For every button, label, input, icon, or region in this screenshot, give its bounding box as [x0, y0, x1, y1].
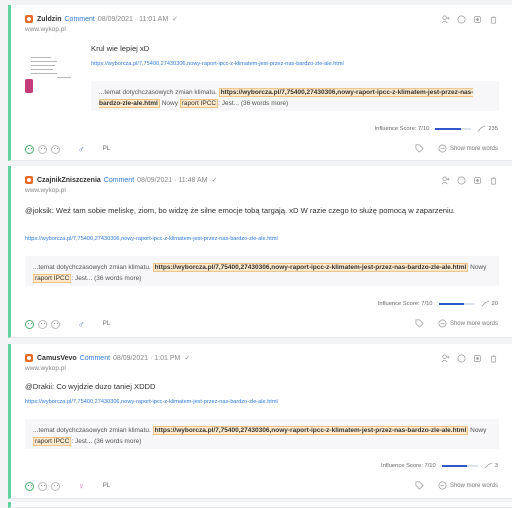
- footer-right: Show more words: [415, 144, 498, 153]
- comment-icon[interactable]: [457, 15, 466, 24]
- mentions-feed: Zuldzin Comment 08/09/2021 · 11:01 AM ✓ …: [0, 0, 512, 508]
- site-domain[interactable]: www.wykop.pl: [25, 365, 66, 372]
- language-code: PL: [102, 483, 111, 489]
- footer-right: Show more words: [415, 319, 498, 328]
- tag-outline-icon[interactable]: [415, 144, 424, 153]
- reach: 235: [477, 124, 498, 133]
- check-icon: ✓: [184, 355, 191, 362]
- comment-icon[interactable]: [457, 354, 466, 363]
- tag-outline-icon[interactable]: [415, 481, 424, 490]
- show-more-words-link[interactable]: Show more words: [438, 481, 498, 490]
- mention-type: Comment: [79, 354, 111, 362]
- neutral-icon[interactable]: [38, 144, 47, 154]
- mention-header: CamusVevo Comment 08/09/2021 · 1:01 PM ✓: [25, 354, 190, 362]
- tag-icon[interactable]: [473, 15, 482, 24]
- positive-icon[interactable]: [25, 319, 34, 329]
- reach: 3: [484, 461, 498, 470]
- mention-type: Comment: [103, 176, 135, 184]
- add-user-icon[interactable]: [441, 354, 450, 363]
- footer-right: Show more words: [415, 481, 498, 490]
- highlighted-keyword: raport IPCC: [33, 274, 72, 283]
- highlighted-url[interactable]: https://wyborcza.pl/7,75400,27430306,now…: [152, 263, 469, 272]
- neutral-icon[interactable]: [38, 481, 47, 491]
- add-user-icon[interactable]: [441, 176, 450, 185]
- add-user-icon[interactable]: [441, 15, 450, 24]
- source-icon: [25, 354, 33, 362]
- mention-card-partial: [8, 502, 512, 508]
- mention-datetime: 08/09/2021 · 1:01 PM: [113, 354, 181, 362]
- source-icon: [25, 15, 33, 23]
- influence-score: Influence Score: 7/10 20: [377, 299, 498, 308]
- mention-datetime: 08/09/2021 · 11:01 AM: [97, 15, 169, 23]
- male-icon: ♂: [78, 319, 85, 329]
- mention-card: CzajnikZniszczenia Comment 08/09/2021 · …: [8, 166, 512, 338]
- mention-type: Comment: [64, 15, 95, 23]
- mention-text: @Drakii: Co wyjdzie duzo taniej XDDD: [25, 382, 156, 391]
- mention-link[interactable]: https://wyborcza.pl/7,75400,27430306,now…: [25, 236, 278, 242]
- mention-datetime: 08/09/2021 · 11:48 AM: [137, 176, 208, 184]
- mention-text: Krul wie lepiej xD: [91, 44, 150, 53]
- trash-icon[interactable]: [489, 15, 498, 24]
- influence-score: Influence Score: 7/10 235: [374, 124, 498, 133]
- reach: 20: [481, 299, 498, 308]
- comment-icon[interactable]: [457, 176, 466, 185]
- article-thumbnail[interactable]: [23, 53, 87, 97]
- mention-link[interactable]: https://wyborcza.pl/7,75400,27430306,now…: [25, 399, 278, 405]
- author-name[interactable]: Zuldzin: [37, 16, 62, 23]
- show-more-icon: [438, 144, 447, 153]
- mention-header: Zuldzin Comment 08/09/2021 · 11:01 AM ✓: [25, 15, 178, 23]
- mention-card: Zuldzin Comment 08/09/2021 · 11:01 AM ✓ …: [8, 5, 512, 161]
- source-icon: [25, 176, 33, 184]
- reach-icon: [484, 461, 493, 470]
- positive-icon[interactable]: [25, 144, 34, 154]
- reach-icon: [477, 124, 486, 133]
- tag-outline-icon[interactable]: [415, 319, 424, 328]
- check-icon: ✓: [172, 16, 179, 23]
- negative-icon[interactable]: [51, 319, 60, 329]
- site-domain[interactable]: www.wykop.pl: [25, 187, 66, 194]
- card-actions: [441, 15, 498, 24]
- male-icon: ♂: [78, 144, 85, 154]
- negative-icon[interactable]: [51, 481, 60, 491]
- card-actions: [441, 176, 498, 185]
- trash-icon[interactable]: [489, 176, 498, 185]
- tag-icon[interactable]: [473, 354, 482, 363]
- tag-icon[interactable]: [473, 176, 482, 185]
- author-name[interactable]: CzajnikZniszczenia: [37, 177, 101, 184]
- influence-bar: [435, 127, 472, 130]
- mention-footer: ♂ PL: [25, 144, 110, 154]
- positive-icon[interactable]: [25, 481, 34, 491]
- mention-link[interactable]: https://wyborcza.pl/7,75400,27430306,now…: [91, 61, 344, 67]
- mention-header: CzajnikZniszczenia Comment 08/09/2021 · …: [25, 176, 217, 184]
- reach-icon: [481, 299, 490, 308]
- influence-bar: [441, 464, 478, 467]
- mention-footer: ♀ PL: [25, 481, 110, 491]
- author-name[interactable]: CamusVevo: [37, 355, 77, 362]
- influence-bar: [438, 302, 475, 305]
- mention-snippet: ...temat dotychczasowych zmian klimatu. …: [25, 256, 499, 286]
- mention-snippet: ...temat dotychczasowych zmian klimatu. …: [25, 419, 499, 449]
- show-more-words-link[interactable]: Show more words: [438, 319, 498, 328]
- influence-score: Influence Score: 7/10 3: [380, 461, 498, 470]
- mention-card: CamusVevo Comment 08/09/2021 · 1:01 PM ✓…: [8, 344, 512, 499]
- show-more-icon: [438, 481, 447, 490]
- mention-footer: ♂ PL: [25, 319, 110, 329]
- neutral-icon[interactable]: [38, 319, 47, 329]
- show-more-words-link[interactable]: Show more words: [438, 144, 498, 153]
- thumbnail-figure: [25, 79, 33, 93]
- show-more-icon: [438, 319, 447, 328]
- mention-snippet: ...temat dotychczasowych zmian klimatu. …: [91, 81, 499, 111]
- highlighted-url[interactable]: https://wyborcza.pl/7,75400,27430306,now…: [152, 426, 469, 435]
- negative-icon[interactable]: [51, 144, 60, 154]
- site-domain[interactable]: www.wykop.pl: [25, 26, 66, 33]
- language-code: PL: [102, 321, 111, 327]
- highlighted-keyword: raport IPCC: [179, 99, 219, 108]
- language-code: PL: [102, 146, 111, 152]
- card-actions: [441, 354, 498, 363]
- highlighted-keyword: raport IPCC: [33, 437, 72, 446]
- mention-text: @joksik: Weź tam sobie meliskę, ziom, bo…: [25, 206, 456, 215]
- female-icon: ♀: [78, 481, 85, 491]
- check-icon: ✓: [211, 177, 218, 184]
- trash-icon[interactable]: [489, 354, 498, 363]
